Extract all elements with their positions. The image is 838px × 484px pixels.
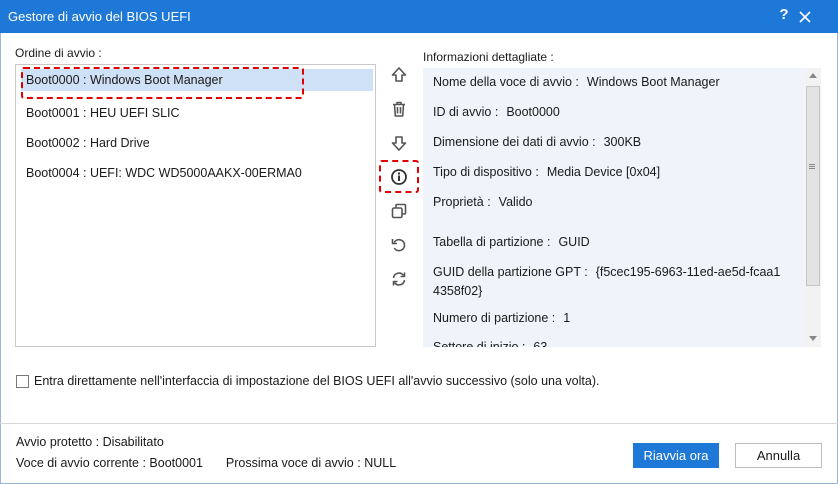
scroll-down-arrow-icon[interactable]	[809, 336, 817, 341]
detail-row-property: Proprietà : Valido	[433, 193, 533, 212]
detail-row-entry-name: Nome della voce di avvio : Windows Boot M…	[433, 73, 720, 92]
restore-icon	[391, 238, 406, 252]
enter-bios-label[interactable]: Entra direttamente nell'interfaccia di i…	[34, 374, 599, 388]
detail-value: Boot0000	[506, 105, 560, 119]
move-up-button[interactable]	[388, 64, 410, 86]
detail-key: Settore di inizio :	[433, 340, 526, 347]
details-panel: Nome della voce di avvio : Windows Boot M…	[423, 68, 821, 347]
detail-key: Tabella di partizione :	[433, 235, 551, 249]
detail-key: GUID della partizione GPT :	[433, 265, 588, 279]
move-up-icon	[391, 67, 407, 82]
restart-now-button[interactable]: Riavvia ora	[633, 443, 719, 468]
delete-icon	[393, 101, 405, 117]
info-button[interactable]	[388, 166, 410, 188]
detail-row-gpt-guid: GUID della partizione GPT : {f5cec195-696…	[433, 263, 780, 282]
detail-key: Numero di partizione :	[433, 311, 556, 325]
footer-divider	[0, 423, 838, 424]
detail-value: 300KB	[603, 135, 642, 149]
detail-value: 4358f02}	[433, 284, 483, 298]
detail-value: 63	[533, 340, 548, 347]
detail-row-gpt-guid-continued: 4358f02}	[433, 282, 482, 301]
current-entry-label: Voce di avvio corrente :	[16, 456, 146, 470]
next-entry-value: NULL	[364, 456, 397, 470]
boot-entry-boot0001[interactable]: Boot0001 : HEU UEFI SLIC	[26, 102, 180, 124]
detail-row-data-size: Dimensione dei dati di avvio : 300KB	[433, 133, 641, 152]
detail-key: Proprietà :	[433, 195, 491, 209]
refresh-icon	[392, 272, 406, 286]
detail-value: {f5cec195-6963-11ed-ae5d-fcaa1	[595, 265, 781, 279]
detail-row-boot-id: ID di avvio : Boot0000	[433, 103, 560, 122]
secure-boot-label: Avvio protetto :	[16, 435, 100, 449]
detail-row-partition-number: Numero di partizione : 1	[433, 309, 570, 328]
restore-button[interactable]	[388, 234, 410, 256]
scroll-thumb[interactable]	[806, 86, 820, 286]
duplicate-icon	[391, 203, 407, 219]
detail-value: Valido	[498, 195, 533, 209]
scroll-grip-icon	[809, 164, 815, 165]
boot-entry-boot0002[interactable]: Boot0002 : Hard Drive	[26, 132, 150, 154]
refresh-button[interactable]	[388, 268, 410, 290]
detail-value: 1	[563, 311, 571, 325]
close-icon[interactable]	[797, 9, 813, 25]
move-down-icon	[391, 136, 407, 151]
detail-key: Dimensione dei dati di avvio :	[433, 135, 596, 149]
detail-row-partition-table: Tabella di partizione : GUID	[433, 233, 590, 252]
detail-row-device-type: Tipo di dispositivo : Media Device [0x04]	[433, 163, 660, 182]
detail-value: Windows Boot Manager	[586, 75, 720, 89]
detail-value: GUID	[558, 235, 590, 249]
delete-button[interactable]	[388, 98, 410, 120]
current-entry-value: Boot0001	[149, 456, 203, 470]
boot-order-list[interactable]: Boot0000 : Windows Boot Manager Boot0001…	[15, 64, 376, 347]
boot-entry-boot0000[interactable]: Boot0000 : Windows Boot Manager	[21, 69, 373, 91]
detail-key: Tipo di dispositivo :	[433, 165, 539, 179]
boot-order-label: Ordine di avvio :	[15, 46, 102, 60]
detail-row-start-sector: Settore di inizio : 63	[433, 338, 547, 347]
enter-bios-option[interactable]: Entra direttamente nell'interfaccia di i…	[16, 374, 599, 388]
next-entry-label: Prossima voce di avvio :	[225, 456, 361, 470]
detail-key: ID di avvio :	[433, 105, 499, 119]
secure-boot-value: Disabilitato	[102, 435, 164, 449]
enter-bios-checkbox[interactable]	[16, 374, 29, 388]
info-icon	[391, 169, 407, 185]
scroll-up-arrow-icon[interactable]	[809, 73, 817, 78]
duplicate-button[interactable]	[388, 200, 410, 222]
boot-entry-boot0004[interactable]: Boot0004 : UEFI: WDC WD5000AAKX-00ERMA0	[26, 162, 302, 184]
window-title: Gestore di avvio del BIOS UEFI	[8, 9, 191, 24]
boot-entry-status: Voce di avvio corrente : Boot0001 Prossi…	[16, 456, 396, 470]
title-bar: Gestore di avvio del BIOS UEFI ?	[0, 0, 838, 33]
detail-value: Media Device [0x04]	[546, 165, 661, 179]
secure-boot-status: Avvio protetto : Disabilitato	[16, 435, 164, 449]
help-button[interactable]: ?	[776, 6, 792, 23]
move-down-button[interactable]	[388, 132, 410, 154]
detail-key: Nome della voce di avvio :	[433, 75, 579, 89]
details-label: Informazioni dettagliate :	[423, 50, 554, 64]
cancel-button[interactable]: Annulla	[735, 443, 822, 468]
details-scrollbar[interactable]	[805, 68, 821, 347]
